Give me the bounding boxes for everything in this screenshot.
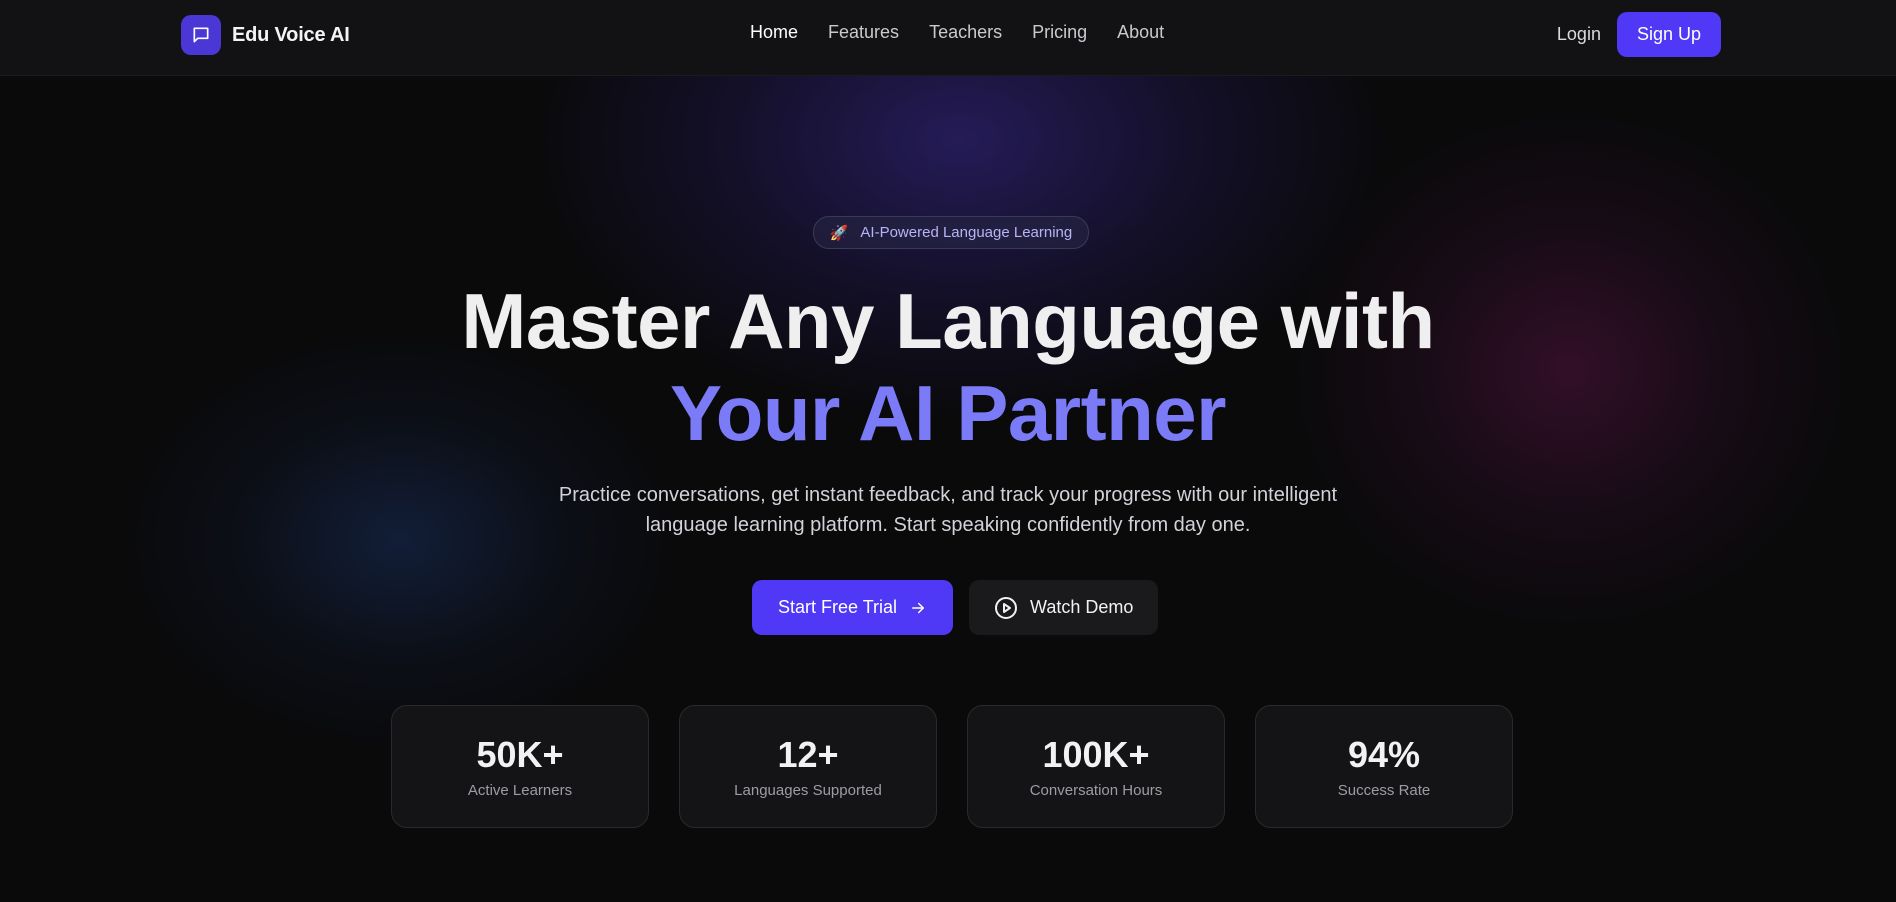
start-free-trial-button[interactable]: Start Free Trial	[752, 580, 954, 635]
brand-name: Edu Voice AI	[232, 23, 350, 46]
watch-demo-button[interactable]: Watch Demo	[969, 580, 1159, 635]
nav-link-pricing[interactable]: Pricing	[1032, 22, 1087, 43]
chat-bubble-icon	[181, 15, 221, 55]
hero-subtitle: Practice conversations, get instant feed…	[558, 484, 1338, 536]
stat-label: Languages Supported	[734, 782, 882, 799]
landing-page: Edu Voice AI Home Features Teachers Pric…	[0, 0, 1896, 902]
stat-value: 50K+	[476, 734, 564, 775]
stat-label: Conversation Hours	[1029, 782, 1163, 799]
play-circle-icon	[995, 596, 1018, 619]
login-link[interactable]: Login	[1557, 24, 1601, 45]
stat-label: Success Rate	[1337, 782, 1431, 799]
hero-headline: Master Any Language with Your AI Partner	[0, 275, 1896, 459]
brand[interactable]: Edu Voice AI	[181, 15, 350, 55]
stat-value: 100K+	[1042, 734, 1150, 775]
nav-actions: Login Sign Up	[1557, 12, 1721, 57]
nav-link-home[interactable]: Home	[750, 22, 798, 43]
stat-value: 12+	[777, 734, 839, 775]
nav-link-teachers[interactable]: Teachers	[929, 22, 1002, 43]
start-free-trial-label: Start Free Trial	[778, 597, 898, 617]
hero-badge-text: AI-Powered Language Learning	[860, 224, 1073, 241]
headline-line-2: Your AI Partner	[670, 369, 1226, 457]
stat-label: Active Learners	[467, 782, 573, 799]
top-navbar: Edu Voice AI Home Features Teachers Pric…	[0, 0, 1896, 76]
hero-badge: 🚀 AI-Powered Language Learning	[813, 216, 1089, 249]
stats-row: 50K+ Active Learners 12+ Languages Suppo…	[391, 705, 1513, 828]
nav-link-features[interactable]: Features	[828, 22, 899, 43]
hero-cta-group: Start Free Trial Watch Demo	[752, 580, 1159, 635]
stat-card: 50K+ Active Learners	[391, 705, 649, 828]
nav-links: Home Features Teachers Pricing About	[750, 22, 1164, 43]
rocket-icon: 🚀	[829, 224, 849, 242]
watch-demo-label: Watch Demo	[1030, 597, 1134, 617]
headline-line-1: Master Any Language with	[461, 277, 1435, 365]
nav-link-about[interactable]: About	[1117, 22, 1164, 43]
arrow-right-icon	[912, 602, 925, 613]
signup-button[interactable]: Sign Up	[1616, 12, 1721, 57]
stat-card: 94% Success Rate	[1255, 705, 1513, 828]
stat-card: 100K+ Conversation Hours	[967, 705, 1225, 828]
stat-card: 12+ Languages Supported	[679, 705, 937, 828]
stat-value: 94%	[1347, 734, 1421, 775]
